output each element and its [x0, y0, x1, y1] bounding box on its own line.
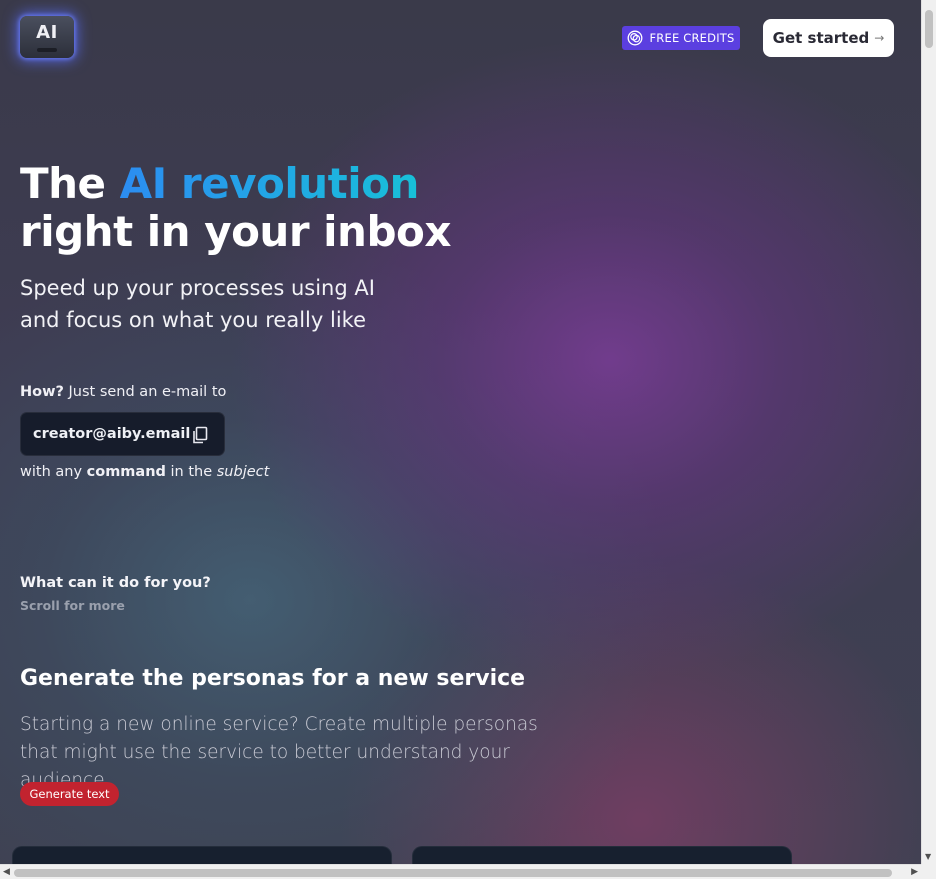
generate-text-button[interactable]: Generate text	[20, 782, 119, 806]
copy-icon[interactable]	[190, 425, 210, 445]
how-text: Just send an e-mail to	[63, 384, 227, 400]
scroll-hint: Scroll for more	[20, 598, 125, 613]
logo[interactable]: AI	[20, 16, 74, 58]
command-instruction: with any command in the subject	[20, 464, 269, 480]
feature-title: Generate the personas for a new service	[20, 666, 526, 691]
scroll-down-arrow-icon[interactable]: ▼	[925, 853, 931, 861]
how-label: How?	[20, 384, 64, 400]
page-viewport: AI FREE CREDITS Get started → The AI rev…	[0, 0, 921, 864]
get-started-button[interactable]: Get started →	[763, 19, 894, 57]
command-bold: command	[86, 464, 166, 480]
command-italic: subject	[216, 464, 270, 480]
command-prefix: with any	[20, 464, 87, 480]
scroll-right-arrow-icon[interactable]: ▶	[911, 867, 918, 877]
logo-text: AI	[36, 21, 58, 43]
hero-title-prefix: The	[20, 159, 120, 208]
hero-title-line2: right in your inbox	[20, 207, 451, 256]
logo-notch	[37, 48, 57, 52]
horizontal-scrollbar-thumb[interactable]	[14, 869, 892, 877]
hero-title: The AI revolution right in your inbox	[20, 160, 451, 256]
command-middle: in the	[165, 464, 217, 480]
features-heading: What can it do for you?	[20, 575, 211, 591]
arrow-right-icon: →	[874, 31, 885, 45]
vertical-scrollbar-thumb[interactable]	[925, 10, 933, 48]
free-credits-badge[interactable]: FREE CREDITS	[622, 26, 740, 50]
email-address: creator@aiby.email	[33, 426, 191, 442]
hero-subtitle-line2: and focus on what you really like	[20, 308, 366, 332]
scrollbar-corner	[921, 864, 936, 879]
example-card	[12, 846, 392, 864]
horizontal-scrollbar[interactable]: ◀ ▶	[0, 864, 921, 879]
hero-title-accent: AI revolution	[119, 159, 420, 208]
coins-icon	[628, 30, 643, 46]
hero-subtitle: Speed up your processes using AI and foc…	[20, 272, 440, 336]
get-started-label: Get started	[772, 29, 870, 47]
example-card	[412, 846, 792, 864]
hero-subtitle-line1: Speed up your processes using AI	[20, 276, 375, 300]
scroll-left-arrow-icon[interactable]: ◀	[3, 867, 10, 877]
email-address-box[interactable]: creator@aiby.email	[20, 412, 225, 456]
free-credits-label: FREE CREDITS	[649, 31, 735, 45]
vertical-scrollbar[interactable]: ▼	[921, 0, 936, 864]
how-instruction: How? Just send an e-mail to	[20, 384, 226, 400]
